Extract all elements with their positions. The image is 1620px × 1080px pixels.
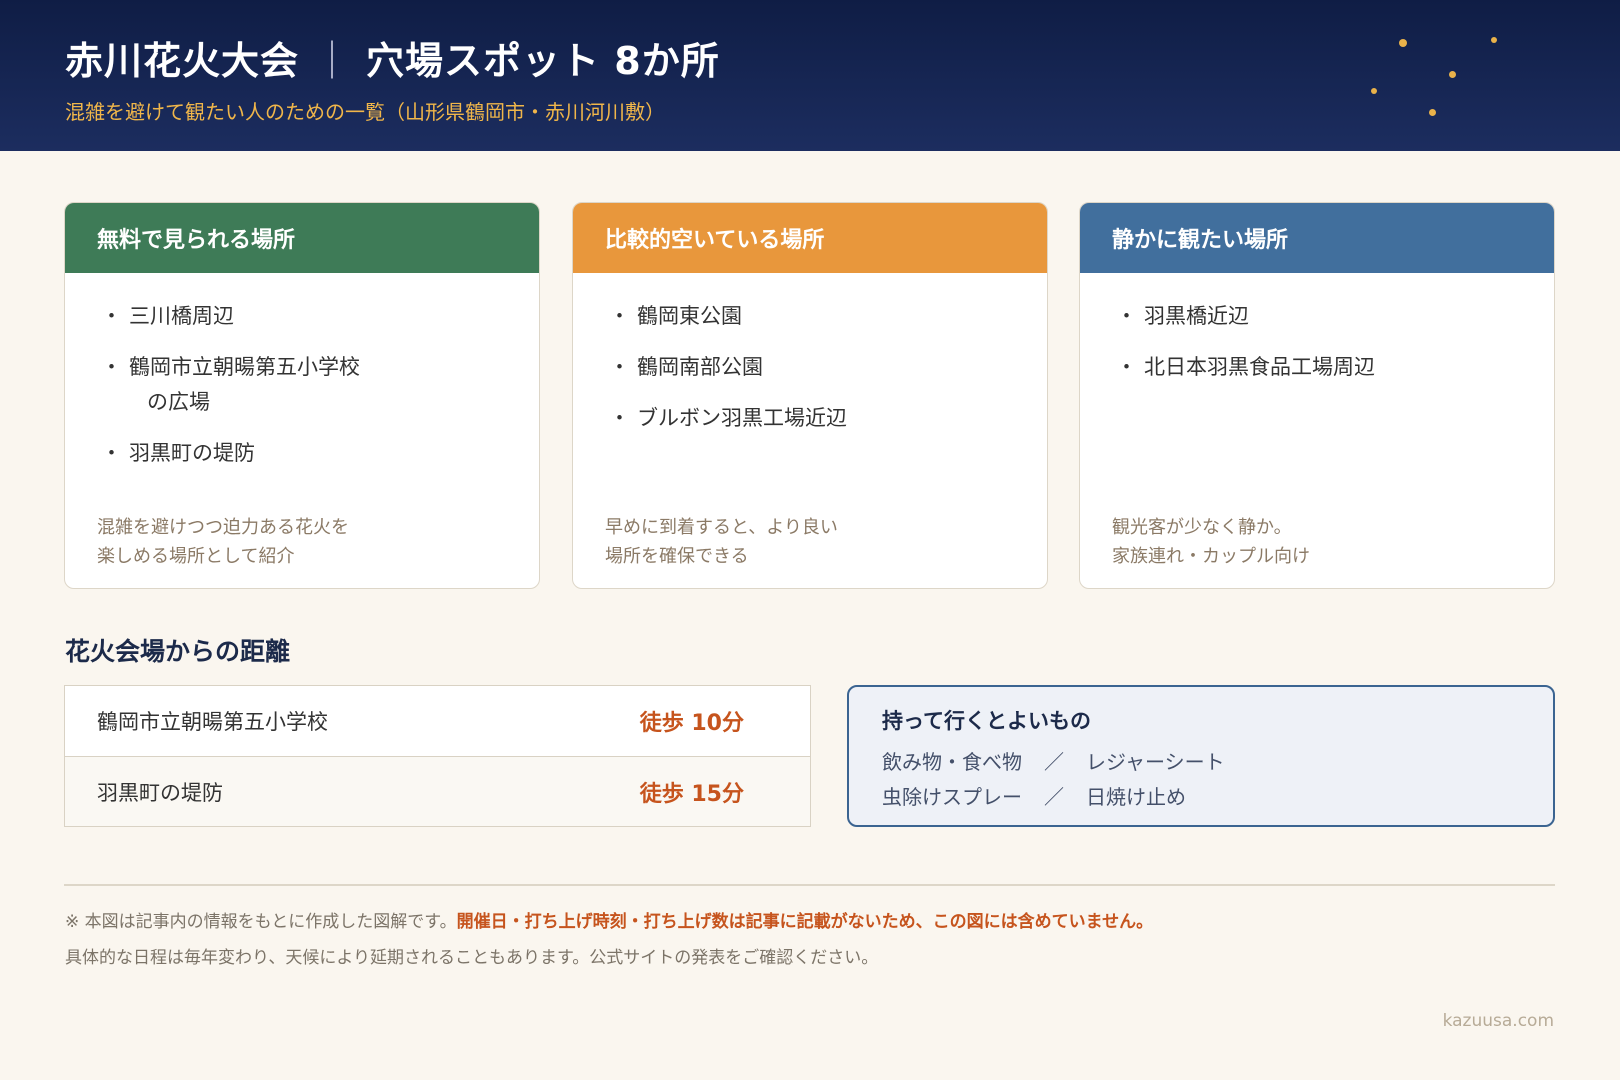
card-less-crowded-spots: 比較的空いている場所 鶴岡東公園 鶴岡南部公園 ブルボン羽黒工場近辺 早めに到着… <box>572 202 1048 589</box>
firework-spark-icon <box>1371 88 1377 94</box>
list-item-label-continued: の広場 <box>147 390 210 414</box>
list-item: 鶴岡南部公園 <box>609 350 1047 385</box>
list-item-label: ブルボン羽黒工場近辺 <box>637 406 847 430</box>
card-title: 比較的空いている場所 <box>573 203 1047 273</box>
bring-item: 日焼け止め <box>1086 785 1186 809</box>
firework-spark-icon <box>1429 109 1436 116</box>
spot-list: 三川橋周辺 鶴岡市立朝暘第五小学校の広場 羽黒町の堤防 <box>65 273 539 471</box>
bring-item: 飲み物・食べ物 <box>882 750 1022 774</box>
list-item: ブルボン羽黒工場近辺 <box>609 401 1047 436</box>
things-to-bring-title: 持って行くとよいもの <box>882 709 1091 733</box>
list-item-label: 羽黒町の堤防 <box>129 441 255 465</box>
card-note-line: 場所を確保できる <box>605 546 749 567</box>
things-to-bring-line: 虫除けスプレー ／ 日焼け止め <box>882 780 1553 815</box>
title-main: 赤川花火大会 <box>65 39 300 83</box>
card-note-line: 楽しめる場所として紹介 <box>97 546 295 567</box>
distance-place: 鶴岡市立朝暘第五小学校 <box>97 710 328 734</box>
list-item-label: 羽黒橋近辺 <box>1144 304 1249 328</box>
footer-note-text: ※ 本図は記事内の情報をもとに作成した図解です。 <box>65 912 457 932</box>
title-sub: 穴場スポット 8か所 <box>366 39 720 83</box>
distance-place: 羽黒町の堤防 <box>97 780 223 805</box>
footer-note-secondary: 具体的な日程は毎年変わり、天候により延期されることもあります。公式サイトの発表を… <box>65 948 879 968</box>
card-note-line: 観光客が少なく静か。 <box>1112 517 1292 538</box>
firework-spark-icon <box>1491 37 1497 43</box>
card-title: 静かに観たい場所 <box>1080 203 1554 273</box>
card-note: 観光客が少なく静か。 家族連れ・カップル向け <box>1112 513 1310 571</box>
distance-time: 徒歩 15分 <box>639 781 744 807</box>
distance-heading: 花火会場からの距離 <box>65 637 291 666</box>
things-to-bring-line: 飲み物・食べ物 ／ レジャーシート <box>882 745 1553 780</box>
things-to-bring-box: 持って行くとよいもの 飲み物・食べ物 ／ レジャーシート 虫除けスプレー ／ 日焼け止め <box>847 685 1555 827</box>
firework-spark-icon <box>1449 71 1456 78</box>
card-note-line: 混雑を避けつつ迫力ある花火を <box>97 517 349 538</box>
footer-divider <box>64 884 1555 886</box>
firework-spark-icon <box>1399 39 1407 47</box>
list-item: 三川橋周辺 <box>101 299 539 334</box>
card-note-line: 早めに到着すると、より良い <box>605 517 838 538</box>
table-row: 羽黒町の堤防 徒歩 15分 <box>65 756 810 826</box>
list-item: 羽黒橋近辺 <box>1116 299 1554 334</box>
spot-list: 羽黒橋近辺 北日本羽黒食品工場周辺 <box>1080 273 1554 385</box>
list-item: 鶴岡市立朝暘第五小学校の広場 <box>101 350 539 420</box>
page-subtitle: 混雑を避けて観たい人のための一覧（山形県鶴岡市・赤川河川敷） <box>65 100 665 124</box>
distance-table: 鶴岡市立朝暘第五小学校 徒歩 10分 羽黒町の堤防 徒歩 15分 <box>64 685 811 827</box>
item-separator: ／ <box>1044 785 1064 809</box>
footer-note: ※ 本図は記事内の情報をもとに作成した図解です。開催日・打ち上げ時刻・打ち上げ数… <box>65 907 1153 932</box>
table-row: 鶴岡市立朝暘第五小学校 徒歩 10分 <box>65 686 810 756</box>
site-credit: kazuusa.com <box>1442 1011 1554 1031</box>
card-title: 無料で見られる場所 <box>65 203 539 273</box>
footer-note-highlight: 開催日・打ち上げ時刻・打ち上げ数は記事に記載がないため、この図には含めていません… <box>456 912 1154 932</box>
list-item: 北日本羽黒食品工場周辺 <box>1116 350 1554 385</box>
distance-time: 徒歩 10分 <box>639 711 744 736</box>
list-item-label: 鶴岡市立朝暘第五小学校 <box>129 355 360 379</box>
item-separator: ／ <box>1044 750 1064 774</box>
bring-item: レジャーシート <box>1086 750 1225 774</box>
title-separator: ｜ <box>313 39 353 83</box>
card-note-line: 家族連れ・カップル向け <box>1112 546 1310 567</box>
card-note: 混雑を避けつつ迫力ある花火を 楽しめる場所として紹介 <box>97 513 349 571</box>
card-free-spots: 無料で見られる場所 三川橋周辺 鶴岡市立朝暘第五小学校の広場 羽黒町の堤防 混雑… <box>64 202 540 589</box>
list-item-label: 三川橋周辺 <box>129 304 234 328</box>
card-note: 早めに到着すると、より良い 場所を確保できる <box>605 513 838 571</box>
bring-item: 虫除けスプレー <box>882 785 1022 809</box>
spot-list: 鶴岡東公園 鶴岡南部公園 ブルボン羽黒工場近辺 <box>573 273 1047 436</box>
list-item: 羽黒町の堤防 <box>101 436 539 471</box>
header-banner: 赤川花火大会 ｜ 穴場スポット 8か所 混雑を避けて観たい人のための一覧（山形県鶴岡… <box>0 0 1620 151</box>
list-item-label: 鶴岡東公園 <box>637 304 742 328</box>
list-item: 鶴岡東公園 <box>609 299 1047 334</box>
card-quiet-spots: 静かに観たい場所 羽黒橋近辺 北日本羽黒食品工場周辺 観光客が少なく静か。 家族… <box>1079 202 1555 589</box>
list-item-label: 北日本羽黒食品工場周辺 <box>1144 355 1375 379</box>
list-item-label: 鶴岡南部公園 <box>637 355 763 379</box>
page-title: 赤川花火大会 ｜ 穴場スポット 8か所 <box>65 30 720 85</box>
